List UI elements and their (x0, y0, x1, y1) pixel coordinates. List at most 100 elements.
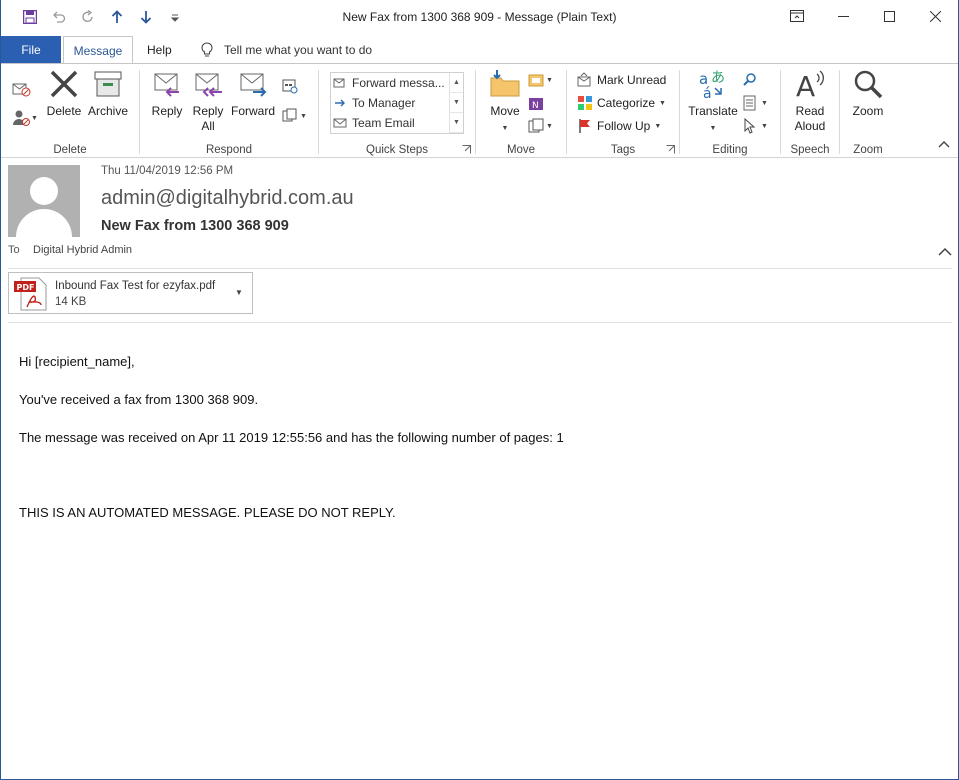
to-label: To (8, 244, 20, 256)
minimize-icon (837, 15, 849, 17)
meeting-icon (282, 79, 298, 94)
dialog-launcher-icon[interactable] (462, 145, 471, 154)
chevron-down-icon: ▼ (761, 122, 768, 130)
body-notice: THIS IS AN AUTOMATED MESSAGE. PLEASE DO … (19, 505, 396, 520)
zoom-label: Zoom (852, 104, 884, 118)
recipient-name[interactable]: Digital Hybrid Admin (33, 244, 132, 256)
zoom-icon (854, 70, 883, 99)
meeting-reply-button[interactable] (282, 78, 298, 97)
select-button[interactable]: ▼ (742, 118, 768, 134)
outlook-message-window: New Fax from 1300 368 909 - Message (Pla… (0, 0, 959, 780)
collapse-ribbon-button[interactable] (938, 137, 950, 151)
follow-up-button[interactable]: Follow Up ▼ (577, 116, 661, 136)
tab-file[interactable]: File (1, 36, 61, 65)
move-button[interactable]: Move ▼ (486, 68, 524, 136)
cleanup-button[interactable]: ▼ (11, 108, 41, 128)
rules-icon (528, 74, 544, 87)
delete-group: ▼ Delete Archive Delete (1, 64, 139, 158)
actions-button[interactable]: ▼ (528, 118, 553, 134)
read-aloud-label-1: Read (795, 104, 825, 118)
message-header: Thu 11/04/2019 12:56 PM admin@digitalhyb… (1, 158, 958, 270)
reply-label: Reply (151, 104, 183, 118)
collapse-header-button[interactable] (938, 246, 952, 256)
follow-up-label: Follow Up (597, 119, 651, 133)
chevron-down-icon: ▼ (546, 122, 553, 130)
chevron-down-icon: ▼ (709, 125, 717, 132)
quick-steps-group: Quick Steps (319, 64, 475, 158)
avatar[interactable] (8, 165, 80, 237)
move-group: Move ▼ ▼ N ▼ Move (476, 64, 566, 158)
tab-help[interactable]: Help (147, 36, 172, 64)
find-button[interactable] (742, 72, 758, 91)
ribbon-display-options-button[interactable] (774, 0, 820, 32)
categorize-button[interactable]: Categorize ▼ (577, 93, 666, 113)
reply-all-icon (195, 73, 222, 97)
minimize-button[interactable] (820, 0, 866, 32)
reply-icon (154, 73, 179, 97)
archive-icon (94, 71, 122, 97)
categorize-icon (578, 96, 592, 110)
read-aloud-label-2: Aloud (794, 119, 826, 133)
find-icon (743, 73, 756, 86)
chevron-up-icon (938, 141, 950, 148)
more-respond-icon (282, 108, 297, 122)
onenote-button[interactable]: N (528, 96, 544, 115)
rules-button[interactable]: ▼ (528, 72, 553, 88)
zoom-button[interactable]: Zoom (848, 68, 888, 119)
move-group-label: Move (506, 144, 536, 156)
chevron-down-icon: ▼ (501, 125, 509, 132)
pdf-file-icon: PDF (14, 277, 47, 311)
sender-address[interactable]: admin@digitalhybrid.com.au (101, 187, 354, 210)
read-aloud-button[interactable]: A Read Aloud (789, 68, 831, 134)
read-aloud-icon: A (796, 70, 824, 100)
mark-unread-button[interactable]: Mark Unread (577, 70, 666, 90)
forward-button[interactable]: Forward (230, 68, 276, 119)
tell-me-search[interactable]: Tell me what you want to do (201, 36, 372, 64)
chevron-up-icon (938, 247, 952, 256)
ignore-icon (12, 83, 31, 97)
person-silhouette-icon (16, 177, 72, 237)
cursor-icon (744, 118, 756, 134)
respond-group-label: Respond (205, 144, 253, 156)
attachment-card[interactable]: PDF Inbound Fax Test for ezyfax.pdf 14 K… (8, 272, 253, 314)
editing-group-label: Editing (712, 144, 748, 156)
categorize-label: Categorize (597, 96, 656, 110)
ribbon-display-icon (790, 10, 804, 22)
tags-group: Mark Unread Categorize ▼ Follow Up ▼ Tag… (567, 64, 679, 158)
attachment-menu-button[interactable]: ▼ (235, 288, 243, 297)
move-label: Move (490, 104, 520, 118)
flag-icon (579, 119, 590, 133)
body-greeting: Hi [recipient_name], (19, 354, 135, 369)
translate-button[interactable]: aあá Translate ▼ (686, 68, 740, 136)
chevron-down-icon: ▼ (300, 112, 307, 120)
sent-date: Thu 11/04/2019 12:56 PM (101, 165, 234, 177)
onenote-icon: N (529, 98, 543, 111)
archive-button[interactable]: Archive (85, 68, 131, 119)
reply-button[interactable]: Reply (149, 68, 185, 119)
delete-group-label: Delete (53, 144, 87, 156)
ignore-button[interactable] (11, 78, 31, 98)
translate-label: Translate (688, 104, 738, 118)
cleanup-icon (13, 110, 30, 126)
lightbulb-icon (201, 42, 213, 57)
close-button[interactable] (912, 0, 958, 32)
maximize-icon (883, 10, 895, 22)
related-icon (743, 95, 756, 111)
archive-label: Archive (87, 104, 128, 118)
related-button[interactable]: ▼ (742, 95, 768, 111)
svg-text:á: á (703, 86, 712, 100)
mark-unread-label: Mark Unread (597, 73, 667, 87)
svg-text:あ: あ (711, 70, 725, 86)
forward-label: Forward (230, 104, 275, 118)
zoom-group: Zoom Zoom (840, 64, 896, 158)
message-subject: New Fax from 1300 368 909 (101, 218, 289, 234)
more-respond-button[interactable]: ▼ (282, 108, 307, 124)
ribbon-tabs: File Message Help Tell me what you want … (1, 34, 958, 65)
reply-all-button[interactable]: Reply All (190, 68, 226, 134)
maximize-button[interactable] (866, 0, 912, 32)
dialog-launcher-icon[interactable] (666, 145, 675, 154)
tab-message[interactable]: Message (63, 36, 133, 64)
chevron-down-icon: ▼ (761, 99, 768, 107)
delete-button[interactable]: Delete (45, 68, 83, 119)
close-icon (929, 10, 941, 22)
